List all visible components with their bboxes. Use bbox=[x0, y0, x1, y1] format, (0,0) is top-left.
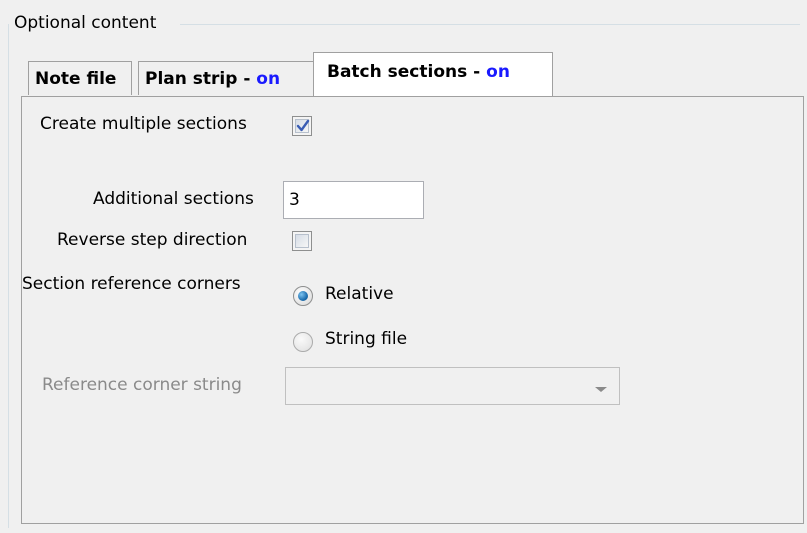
radio-selected-dot bbox=[298, 291, 308, 301]
radio-string-file[interactable] bbox=[293, 332, 313, 352]
tab-plan-strip[interactable]: Plan strip - on bbox=[138, 61, 314, 95]
tab-plan-strip-label: Plan strip - bbox=[145, 69, 257, 89]
reverse-step-label: Reverse step direction bbox=[57, 230, 248, 250]
radio-relative[interactable] bbox=[293, 286, 313, 306]
tab-panel bbox=[21, 96, 804, 524]
tab-batch-sections[interactable]: Batch sections - on bbox=[313, 52, 553, 96]
group-title: Optional content bbox=[14, 13, 163, 33]
additional-sections-label: Additional sections bbox=[93, 189, 254, 209]
tab-batch-sections-label: Batch sections - bbox=[327, 62, 487, 82]
checkbox-fill bbox=[295, 234, 309, 248]
ref-corner-string-label: Reference corner string bbox=[42, 375, 242, 395]
additional-sections-input[interactable]: 3 bbox=[283, 181, 424, 219]
tab-batch-sections-status: on bbox=[486, 62, 510, 82]
chevron-down-icon[interactable] bbox=[595, 387, 607, 392]
radio-relative-label[interactable]: Relative bbox=[325, 284, 394, 304]
group-border-top bbox=[180, 24, 800, 25]
checkmark-icon bbox=[296, 119, 310, 132]
tab-note-file-label: Note file bbox=[35, 69, 117, 89]
ref-corner-string-select[interactable] bbox=[285, 367, 620, 405]
reverse-step-checkbox[interactable] bbox=[292, 231, 312, 251]
tab-note-file[interactable]: Note file bbox=[28, 61, 132, 95]
create-multiple-label: Create multiple sections bbox=[40, 114, 247, 134]
tab-plan-strip-status: on bbox=[256, 69, 281, 89]
section-ref-label: Section reference corners bbox=[22, 274, 241, 294]
create-multiple-checkbox[interactable] bbox=[292, 116, 312, 136]
group-border-left bbox=[8, 24, 9, 528]
radio-string-file-label[interactable]: String file bbox=[325, 329, 407, 349]
